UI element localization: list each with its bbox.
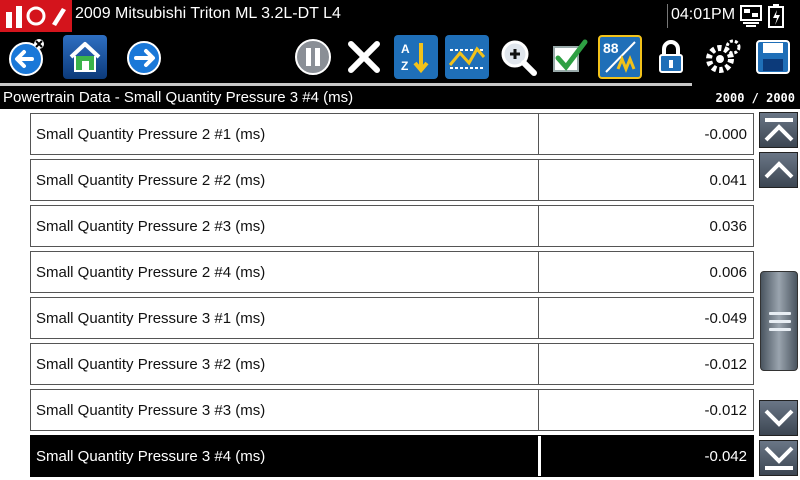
double-chevron-up-icon	[764, 118, 793, 142]
chevron-up-icon	[764, 161, 793, 179]
parameter-name: Small Quantity Pressure 2 #2 (ms)	[36, 172, 266, 189]
forward-arrow-icon	[127, 41, 161, 75]
parameter-value: -0.012	[704, 356, 747, 373]
parameter-name: Small Quantity Pressure 2 #3 (ms)	[36, 218, 266, 235]
forward-button[interactable]	[122, 35, 166, 79]
network-icon	[738, 3, 764, 29]
list-item[interactable]: Small Quantity Pressure 3 #3 (ms) -0.012	[30, 389, 754, 431]
units-button[interactable]: 88	[598, 35, 642, 79]
save-icon	[756, 40, 790, 74]
svg-text:Z: Z	[401, 59, 408, 73]
sort-button[interactable]: A Z	[394, 35, 438, 79]
select-button[interactable]	[547, 35, 591, 79]
svg-text:88: 88	[603, 40, 619, 56]
scroll-thumb[interactable]	[760, 271, 798, 371]
parameter-value: -0.042	[704, 448, 747, 465]
back-button[interactable]	[4, 35, 48, 79]
list-item[interactable]: Small Quantity Pressure 3 #2 (ms) -0.012	[30, 343, 754, 385]
column-divider	[538, 160, 539, 200]
parameter-name: Small Quantity Pressure 2 #1 (ms)	[36, 126, 266, 143]
parameter-value: -0.000	[704, 126, 747, 143]
zoom-button[interactable]	[496, 35, 540, 79]
parameter-name: Small Quantity Pressure 3 #3 (ms)	[36, 402, 266, 419]
units-icon: 88	[603, 40, 636, 74]
scroll-down-button[interactable]	[759, 400, 798, 436]
title-bar: 2009 Mitsubishi Triton ML 3.2L-DT L4 04:…	[0, 0, 800, 32]
list-item[interactable]: Small Quantity Pressure 2 #3 (ms) 0.036	[30, 205, 754, 247]
title-divider	[667, 4, 668, 28]
parameter-value: 0.006	[709, 264, 747, 281]
clock: 04:01PM	[671, 6, 736, 23]
list-item[interactable]: Small Quantity Pressure 3 #4 (ms) -0.042	[30, 435, 754, 477]
toolbar: A Z 88	[0, 32, 800, 82]
checkmark-icon	[553, 39, 588, 72]
parameter-value: -0.012	[704, 402, 747, 419]
back-arrow-icon	[9, 39, 44, 76]
sort-icon: A Z	[401, 42, 429, 74]
chevron-down-icon	[764, 409, 793, 427]
thumb-grip	[769, 312, 791, 315]
column-divider	[538, 390, 539, 430]
pause-button[interactable]	[291, 35, 335, 79]
scroll-bottom-button[interactable]	[759, 440, 798, 476]
parameter-value: 0.036	[709, 218, 747, 235]
column-divider	[538, 252, 539, 292]
svg-text:A: A	[401, 42, 410, 56]
pause-icon	[295, 39, 331, 75]
gear-icon	[706, 39, 741, 73]
close-icon	[348, 41, 380, 73]
scroll-up-button[interactable]	[759, 152, 798, 188]
column-divider	[538, 436, 541, 476]
save-button[interactable]	[751, 35, 795, 79]
parameter-name: Small Quantity Pressure 2 #4 (ms)	[36, 264, 266, 281]
settings-button[interactable]	[700, 35, 744, 79]
thumb-grip	[769, 328, 791, 331]
scrollbar[interactable]	[758, 110, 800, 480]
battery-icon	[766, 3, 786, 29]
parameter-value: 0.041	[709, 172, 747, 189]
scroll-top-button[interactable]	[759, 112, 798, 148]
column-divider	[538, 206, 539, 246]
list-item[interactable]: Small Quantity Pressure 2 #2 (ms) 0.041	[30, 159, 754, 201]
frame-counter: 2000 / 2000	[715, 91, 795, 105]
clear-button[interactable]	[342, 35, 386, 79]
parameter-name: Small Quantity Pressure 3 #1 (ms)	[36, 310, 266, 327]
list-item[interactable]: Small Quantity Pressure 2 #4 (ms) 0.006	[30, 251, 754, 293]
parameter-name: Small Quantity Pressure 3 #4 (ms)	[36, 448, 266, 465]
home-icon	[69, 42, 101, 72]
scanner-logo	[0, 0, 72, 32]
lock-icon	[659, 40, 683, 73]
zoom-icon	[501, 40, 537, 76]
data-header: Powertrain Data - Small Quantity Pressur…	[0, 87, 800, 109]
list-item[interactable]: Small Quantity Pressure 2 #1 (ms) -0.000	[30, 113, 754, 155]
lock-button[interactable]	[649, 35, 693, 79]
data-progress-fill	[0, 83, 692, 86]
column-divider	[538, 114, 539, 154]
double-chevron-down-icon	[764, 446, 793, 470]
list-item[interactable]: Small Quantity Pressure 3 #1 (ms) -0.049	[30, 297, 754, 339]
column-divider	[538, 344, 539, 384]
parameter-value: -0.049	[704, 310, 747, 327]
graph-icon	[448, 46, 486, 69]
home-button[interactable]	[63, 35, 107, 79]
vehicle-title: 2009 Mitsubishi Triton ML 3.2L-DT L4	[75, 5, 341, 22]
thumb-grip	[769, 320, 791, 323]
column-divider	[538, 298, 539, 338]
graph-button[interactable]	[445, 35, 489, 79]
parameter-name: Small Quantity Pressure 3 #2 (ms)	[36, 356, 266, 373]
selected-parameter-title: Powertrain Data - Small Quantity Pressur…	[3, 89, 354, 106]
